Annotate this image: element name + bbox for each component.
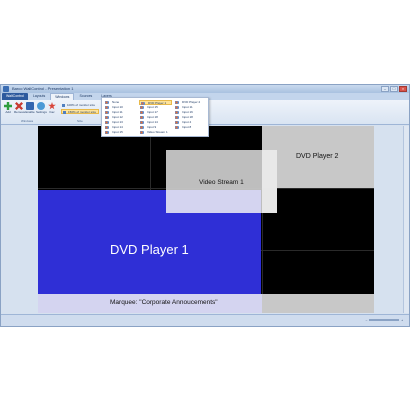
source-item[interactable]: Input 8 (174, 125, 207, 130)
video-stream-1-label: Video Stream 1 (199, 179, 244, 186)
zoom-in-button[interactable]: + (401, 318, 403, 322)
add-label: Add (5, 110, 11, 114)
source-icon (175, 116, 180, 119)
source-item-label: Input 16 (182, 110, 193, 114)
source-item-label: Input 13 (112, 120, 123, 124)
zoom-out-button[interactable]: – (366, 318, 368, 322)
enable-label: Enable (25, 110, 35, 114)
settings-label: Settings (36, 110, 47, 114)
source-item-label: Input 18 (182, 115, 193, 119)
source-item-label: Input 11 (182, 105, 193, 109)
source-item-label: Input 17 (147, 110, 158, 114)
group-label-windows: Windows (21, 119, 34, 123)
source-icon (105, 131, 110, 134)
star-icon (48, 102, 56, 110)
source-icon (140, 116, 145, 119)
favorite-label: Fav (49, 110, 55, 114)
marquee-window[interactable]: Marquee: "Corporate Annoucements" (38, 294, 262, 313)
source-icon (105, 111, 110, 114)
source-icon (140, 121, 145, 124)
dvd-player-2-window[interactable]: DVD Player 2 (262, 126, 374, 188)
overlap-region (166, 190, 261, 213)
source-icon (140, 131, 145, 134)
source-icon (140, 126, 145, 129)
tab-sources[interactable]: Sources (75, 93, 96, 100)
overlap-region (262, 150, 277, 213)
add-button[interactable]: Add (3, 102, 13, 116)
zoom-control[interactable]: – + (366, 318, 403, 322)
source-icon (140, 111, 145, 114)
source-icon (105, 116, 110, 119)
tab-windows[interactable]: Windows (50, 93, 75, 100)
source-icon (105, 126, 110, 129)
marquee-label: Marquee: "Corporate Annoucements" (110, 299, 218, 306)
group-label-size: Size (77, 119, 83, 123)
source-item-label: Video Stream 1 (147, 130, 168, 134)
close-button[interactable]: × (399, 86, 407, 92)
source-icon (105, 106, 110, 109)
source-dropdown-menu: None Input 10 Input 11 Input 12 Input 13… (101, 97, 209, 137)
source-item-label: Input 12 (112, 115, 123, 119)
monitor-icon (63, 111, 66, 114)
settings-button[interactable]: Settings (36, 102, 47, 116)
source-icon (175, 101, 180, 104)
source-item-label: Input 9 (147, 125, 157, 129)
size-option-100[interactable]: 100% of monitor size (61, 103, 99, 108)
minimize-button[interactable]: – (381, 86, 389, 92)
source-icon (175, 106, 180, 109)
source-item-video-stream-1[interactable]: Video Stream 1 (139, 130, 172, 135)
enable-icon (26, 102, 34, 110)
source-item-label: Input 14 (147, 120, 158, 124)
source-item[interactable]: Input 15 (104, 130, 137, 135)
remove-icon (15, 102, 23, 110)
video-wall-canvas[interactable]: DVD Player 2 Video Stream 1 DVD Player 1… (38, 126, 374, 313)
status-bar: – + (1, 314, 409, 326)
source-icon (175, 111, 180, 114)
size-option-150[interactable]: 150% of monitor size (61, 109, 99, 114)
source-item-label: Input 10 (112, 105, 123, 109)
remove-button[interactable]: Remove (14, 102, 26, 116)
source-item-label: Input 11 (112, 110, 123, 114)
marquee-gray-segment (262, 294, 374, 313)
source-icon (140, 106, 145, 109)
dvd-player-1-label: DVD Player 1 (110, 242, 189, 257)
source-icon (175, 126, 180, 129)
add-icon (4, 102, 12, 110)
source-item-label: Input 14 (112, 125, 123, 129)
source-item-label: DVD Player 2 (182, 100, 201, 104)
monitor-icon (62, 104, 65, 107)
settings-icon (37, 102, 45, 110)
title-bar: Barco WallControl - Presentation 1 – □ × (1, 85, 409, 93)
source-icon (105, 101, 110, 104)
favorite-button[interactable]: Fav (47, 102, 57, 116)
source-icon (175, 121, 180, 124)
source-icon (105, 121, 110, 124)
tab-wallcontrol[interactable]: WallControl (2, 93, 28, 100)
enable-button[interactable]: Enable (25, 102, 35, 116)
size-option-150-label: 150% of monitor size (68, 110, 97, 114)
source-item-label: None (112, 100, 120, 104)
app-logo-icon[interactable] (3, 86, 9, 92)
tab-layouts[interactable]: Layouts (29, 93, 49, 100)
size-option-100-label: 100% of monitor size (67, 103, 96, 107)
dvd-player-2-label: DVD Player 2 (296, 153, 339, 160)
remove-label: Remove (14, 110, 26, 114)
source-item-label: Input 15 (147, 105, 158, 109)
window-title: Barco WallControl - Presentation 1 (12, 86, 74, 91)
source-item-label: Input 18 (147, 115, 158, 119)
maximize-button[interactable]: □ (390, 86, 398, 92)
vertical-scrollbar[interactable] (403, 126, 409, 313)
source-item-label: Input 15 (112, 130, 123, 134)
source-item-label: Input 4 (182, 120, 192, 124)
source-item-label: Input 8 (182, 125, 192, 129)
zoom-slider[interactable] (369, 319, 400, 321)
